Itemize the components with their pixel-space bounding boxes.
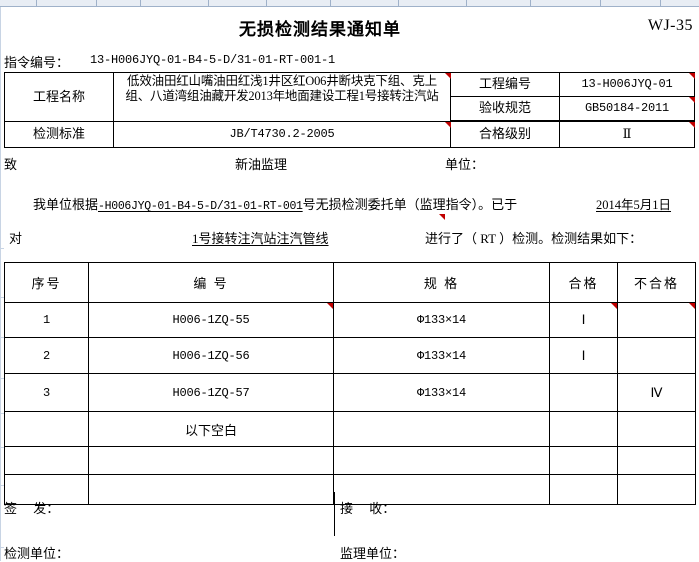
qualify-level-value[interactable]: Ⅱ <box>559 121 695 148</box>
comment-marker-icon[interactable] <box>689 97 695 103</box>
body-line-1: 我单位根据-H006JYQ-01-B4-5-D/31-01-RT-001号无损检… <box>33 194 517 213</box>
footer-divider <box>334 492 335 536</box>
cell-pass[interactable] <box>550 374 618 412</box>
body-date-value[interactable]: 2014年5月1日 <box>596 194 671 213</box>
column-separator[interactable] <box>600 0 601 7</box>
acceptance-spec-value[interactable]: GB50184-2011 <box>559 96 695 121</box>
comment-marker-icon[interactable] <box>689 303 695 309</box>
column-separator[interactable] <box>140 0 141 7</box>
project-code-value[interactable]: 13-H006JYQ-01 <box>559 72 695 97</box>
supervision-unit-label: 监理单位： <box>340 543 405 562</box>
cell-code[interactable]: H006-1ZQ-56 <box>89 338 334 374</box>
comment-marker-icon[interactable] <box>689 122 695 128</box>
column-separator[interactable] <box>96 0 97 7</box>
table-row[interactable]: 2 H006-1ZQ-56 Φ133×14 Ⅰ <box>5 338 696 374</box>
table-row[interactable] <box>5 447 696 475</box>
comment-marker-icon[interactable] <box>689 73 695 79</box>
cell-code[interactable]: H006-1ZQ-55 <box>89 303 334 338</box>
table-row[interactable]: 3 H006-1ZQ-57 Φ133×14 Ⅳ <box>5 374 696 412</box>
comment-marker-icon[interactable] <box>445 122 451 128</box>
column-separator[interactable] <box>466 0 467 7</box>
receive-label: 接 收： <box>340 498 395 517</box>
cell-code[interactable] <box>89 475 334 505</box>
addressee-label: 致 <box>4 154 17 173</box>
body-line-1-middle: 号无损检测委托单（监理指令）。已于 <box>303 197 518 212</box>
body-inspection-object[interactable]: 1号接转注汽站注汽管线 <box>192 228 329 247</box>
inspection-standard-label: 检测标准 <box>4 121 114 148</box>
cell-fail[interactable] <box>618 338 696 374</box>
column-separator[interactable] <box>530 0 531 7</box>
cell-spec[interactable]: Φ133×14 <box>334 303 550 338</box>
body-line-2-prefix: 对 <box>9 228 22 247</box>
comment-marker-icon[interactable] <box>445 73 451 79</box>
qualify-level-label: 合格级别 <box>450 121 560 148</box>
document-canvas: 无损检测结果通知单 WJ-35 指令编号： 13-H006JYQ-01-B4-5… <box>0 7 699 561</box>
cell-fail[interactable] <box>618 475 696 505</box>
spreadsheet-column-header-strip[interactable] <box>0 0 699 7</box>
cell-pass[interactable]: Ⅰ <box>550 338 618 374</box>
cell-code[interactable]: H006-1ZQ-57 <box>89 374 334 412</box>
column-separator[interactable] <box>330 0 331 7</box>
project-name-label: 工程名称 <box>4 72 114 122</box>
cell-spec[interactable]: Φ133×14 <box>334 374 550 412</box>
sheet-row-gridline <box>0 248 4 249</box>
column-header-code: 编 号 <box>89 263 334 303</box>
column-separator[interactable] <box>660 0 661 7</box>
project-name-value[interactable]: 低效油田红山嘴油田红浅1井区红O06井断块克下组、克上组、八道湾组油藏开发201… <box>113 72 451 122</box>
column-separator[interactable] <box>36 0 37 7</box>
page-title: 无损检测结果通知单 <box>0 15 640 40</box>
comment-marker-icon[interactable] <box>327 303 333 309</box>
cell-spec[interactable]: Φ133×14 <box>334 338 550 374</box>
results-table: 序号 编 号 规 格 合格 不合格 1 H006-1ZQ-55 Φ133×14 … <box>4 262 696 505</box>
cell-no[interactable]: 2 <box>5 338 89 374</box>
column-separator[interactable] <box>266 0 267 7</box>
cell-fail[interactable] <box>618 447 696 475</box>
acceptance-spec-label: 验收规范 <box>450 96 560 121</box>
column-header-pass: 合格 <box>550 263 618 303</box>
addressee-value[interactable]: 新油监理 <box>235 154 287 173</box>
cell-no[interactable] <box>5 412 89 447</box>
cell-fail[interactable]: Ⅳ <box>618 374 696 412</box>
column-separator[interactable] <box>208 0 209 7</box>
issue-label: 签 发： <box>4 498 59 517</box>
project-code-label: 工程编号 <box>450 72 560 97</box>
table-row[interactable]: 1 H006-1ZQ-55 Φ133×14 Ⅰ <box>5 303 696 338</box>
cell-spec[interactable] <box>334 412 550 447</box>
body-line-2-suffix: 进行了（ RT ）检测。检测结果如下： <box>425 228 642 247</box>
cell-pass[interactable] <box>550 412 618 447</box>
comment-marker-icon[interactable] <box>611 303 617 309</box>
cell-pass[interactable]: Ⅰ <box>550 303 618 338</box>
comment-marker-icon[interactable] <box>439 214 445 220</box>
cell-no[interactable]: 3 <box>5 374 89 412</box>
cell-code[interactable] <box>89 447 334 475</box>
form-code: WJ-35 <box>648 17 693 35</box>
column-header-no: 序号 <box>5 263 89 303</box>
addressee-unit-label: 单位： <box>445 154 484 173</box>
instruction-number-label: 指令编号： <box>4 52 69 71</box>
table-row[interactable]: 以下空白 <box>5 412 696 447</box>
cell-fail[interactable] <box>618 412 696 447</box>
cell-no[interactable] <box>5 447 89 475</box>
cell-spec[interactable] <box>334 447 550 475</box>
column-header-fail: 不合格 <box>618 263 696 303</box>
cell-pass[interactable] <box>550 475 618 505</box>
results-table-header-row: 序号 编 号 规 格 合格 不合格 <box>5 263 696 303</box>
column-separator[interactable] <box>398 0 399 7</box>
cell-pass[interactable] <box>550 447 618 475</box>
body-line-1-prefix: 我单位根据 <box>33 197 98 212</box>
results-table-body: 1 H006-1ZQ-55 Φ133×14 Ⅰ 2 H006-1ZQ-56 Φ1… <box>5 303 696 505</box>
body-order-number[interactable]: -H006JYQ-01-B4-5-D/31-01-RT-001 <box>98 200 303 213</box>
cell-code[interactable]: 以下空白 <box>89 412 334 447</box>
cell-no[interactable]: 1 <box>5 303 89 338</box>
inspection-standard-value[interactable]: JB/T4730.2-2005 <box>113 121 451 148</box>
instruction-number-value[interactable]: 13-H006JYQ-01-B4-5-D/31-01-RT-001-1 <box>90 53 335 67</box>
column-header-spec: 规 格 <box>334 263 550 303</box>
test-unit-label: 检测单位： <box>4 543 69 562</box>
cell-fail[interactable] <box>618 303 696 338</box>
sheet-left-gridline <box>0 7 1 561</box>
